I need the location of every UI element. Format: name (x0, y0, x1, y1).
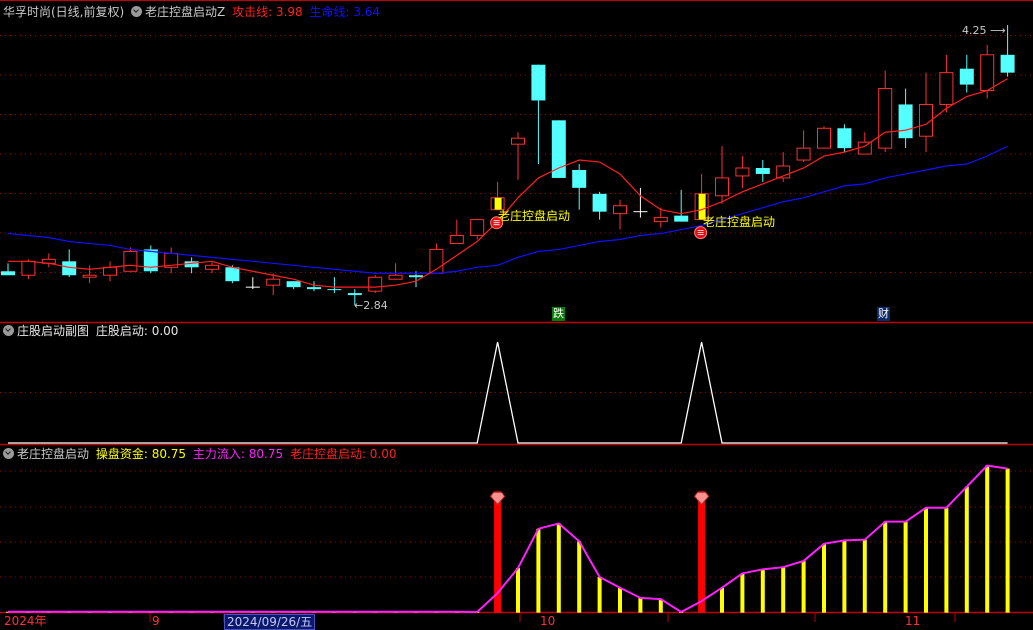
candle-body (857, 141, 872, 155)
fund-bar (801, 560, 806, 613)
arrow-icon: ⟶ (986, 24, 1006, 37)
fund-bar (944, 507, 949, 613)
candle-body (613, 205, 627, 215)
fund-bar (862, 539, 867, 613)
indicator-name: 老庄控盘启动Z (145, 5, 226, 19)
indicator-menu-icon[interactable] (131, 6, 143, 17)
fund-bar (740, 573, 745, 613)
candle-body (368, 276, 383, 292)
fund-bar (924, 507, 928, 613)
candle-body (143, 249, 158, 272)
fund-bar (1005, 468, 1010, 613)
fund-bar (618, 587, 622, 613)
signal-label-2: 老庄控盘启动 (703, 215, 776, 229)
fund-value: 操盘资金: 80.75 (95, 447, 187, 461)
candle-body (449, 235, 464, 244)
fund-bar (760, 569, 765, 613)
candle-body (898, 104, 913, 139)
candle-body (82, 274, 97, 278)
candle-body (531, 64, 546, 101)
sub-panel-header: 庄股启动副图 庄股启动: 0.00 (3, 323, 181, 339)
candle-body (205, 264, 219, 270)
fund-bar (597, 577, 602, 613)
candle-body (980, 54, 995, 92)
low-price-annotation: ←2.84 (354, 299, 388, 312)
candle-body (674, 215, 689, 222)
candle-body (551, 120, 566, 178)
fund-bar (842, 540, 847, 613)
candle-body (327, 289, 342, 291)
candle-body (735, 167, 750, 177)
fund-bar (964, 486, 969, 613)
fund-bar (720, 587, 724, 613)
candle-body (307, 287, 321, 290)
low-price: 2.84 (363, 299, 388, 312)
candle-body (470, 219, 485, 237)
candle-body (837, 128, 852, 149)
candle-body (123, 250, 138, 272)
fund-bar (536, 528, 541, 613)
main-panel-header: 华孚时尚(日线,前复权) 老庄控盘启动Z 攻击线: 3.98 生命线: 3.64 (3, 4, 383, 20)
bottom-panel-header: 老庄控盘启动 操盘资金: 80.75 主力流入: 80.75 老庄控盘启动: 0… (3, 446, 400, 462)
attack-line (8, 78, 1008, 288)
fund-bar (556, 523, 561, 613)
candle-body (266, 278, 281, 286)
sub-indicator-menu-icon[interactable] (3, 325, 14, 336)
high-price: 4.25 (962, 24, 987, 37)
axis-cursor-date: 2024/09/26/五 (224, 614, 316, 630)
high-price-annotation: 4.25 ⟶ (962, 24, 1006, 37)
fund-bar (903, 521, 908, 613)
axis-month-11: 11 (905, 614, 921, 628)
fund-bar (781, 567, 786, 613)
bottom-panel-title: 老庄控盘启动 (17, 447, 90, 461)
fund-bar (577, 541, 582, 613)
start-signal-bar (698, 491, 706, 613)
candle-body (878, 88, 893, 149)
candle-body (755, 167, 770, 174)
candle-body (388, 274, 403, 280)
fund-bar (883, 521, 888, 613)
candle-body (511, 137, 525, 145)
candle-body (1000, 54, 1015, 73)
axis-year: 2024年 (4, 614, 47, 628)
inflow-value: 主力流入: 80.75 (192, 447, 284, 461)
candle-body (653, 217, 668, 223)
life-line-value: 生命线: 3.64 (309, 5, 381, 19)
sub-signal-line (8, 341, 1008, 444)
diamond-icon (693, 491, 710, 506)
candle-body (796, 147, 811, 161)
arrow-icon: ← (354, 299, 364, 312)
start-value: 老庄控盘启动: 0.00 (289, 447, 397, 461)
candle-body (715, 177, 729, 197)
candle-body (286, 281, 301, 288)
candle-body (347, 293, 362, 296)
fund-bar (516, 568, 520, 613)
sub-panel-title: 庄股启动副图 (17, 324, 90, 338)
axis-month-9: 9 (152, 614, 160, 628)
bottom-indicator-menu-icon[interactable] (3, 448, 14, 459)
candle-body (1, 271, 15, 276)
inflow-line (8, 464, 1008, 614)
sub-panel-value: 庄股启动: 0.00 (95, 324, 179, 338)
signal-label-1: 老庄控盘启动 (498, 209, 571, 223)
tag-die[interactable]: 跌 (552, 307, 565, 321)
candle-body (409, 275, 423, 278)
candle-body (225, 267, 240, 282)
candle-body (572, 169, 587, 188)
candle-body (21, 260, 36, 276)
candle-body (592, 193, 607, 212)
candle-body (939, 72, 954, 105)
candle-body (959, 68, 974, 85)
diamond-icon (489, 491, 506, 506)
fund-bar (985, 465, 990, 613)
attack-line-value: 攻击线: 3.98 (232, 5, 303, 19)
fund-bar (638, 597, 643, 613)
axis-month-10: 10 (540, 614, 556, 628)
tag-cai[interactable]: 财 (877, 307, 890, 321)
stock-title: 华孚时尚(日线,前复权) (3, 5, 125, 19)
candle-body (103, 266, 117, 276)
fund-bar (822, 543, 826, 613)
candle-body (817, 127, 831, 149)
